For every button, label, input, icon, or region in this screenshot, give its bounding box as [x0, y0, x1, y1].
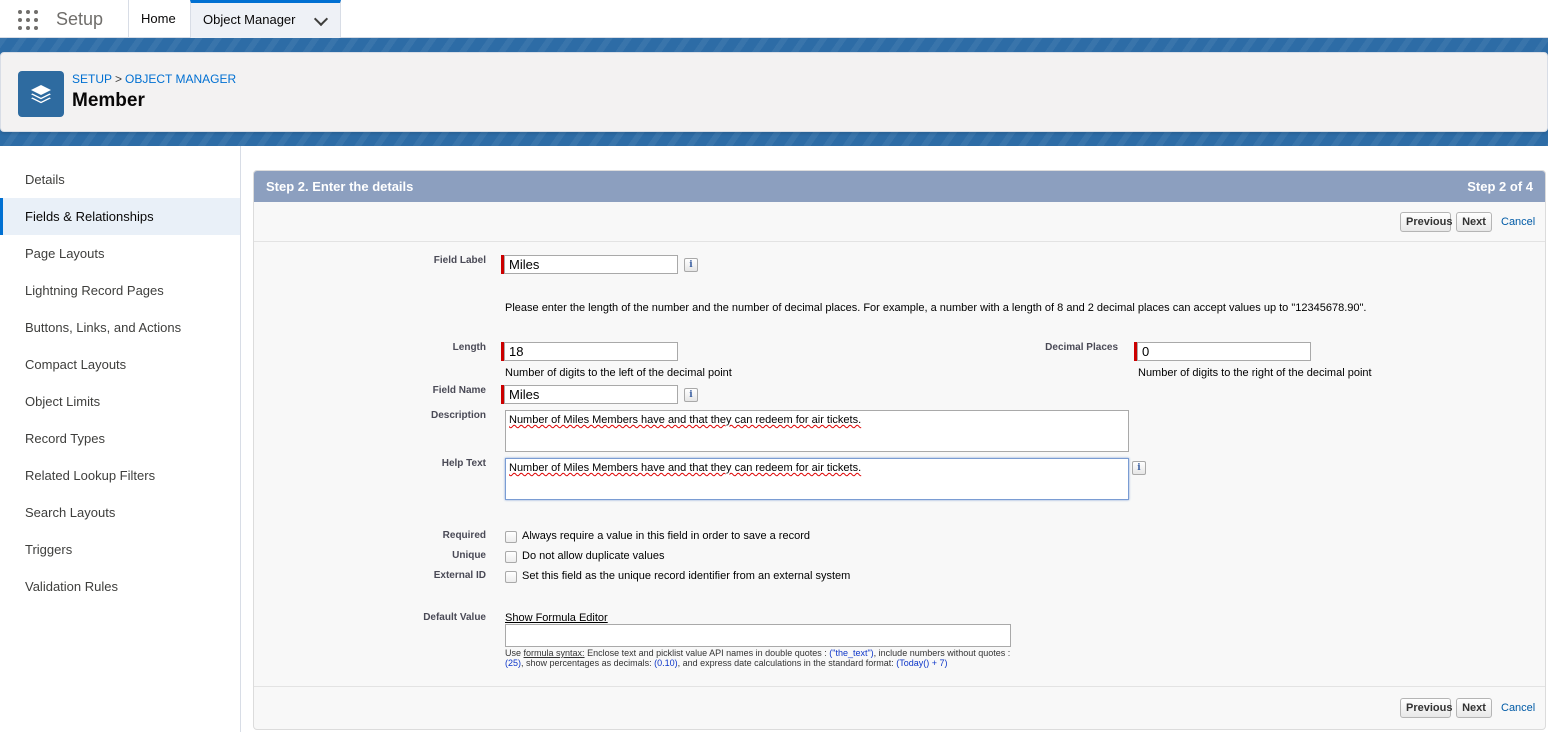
field-label-input[interactable] — [504, 255, 678, 274]
help-text-text: Number of Miles Members have and that th… — [509, 462, 862, 474]
description-label: Description — [430, 410, 486, 421]
page-title: Member — [72, 90, 145, 111]
unique-label: Unique — [452, 550, 486, 561]
tab-object-manager-label: Object Manager — [203, 12, 296, 27]
formula-example-text: ("the_text") — [829, 648, 874, 658]
formula-example-date: (Today() + 7) — [896, 658, 948, 668]
description-text: Number of Miles Members have and that th… — [509, 414, 862, 426]
default-value-textarea[interactable] — [505, 624, 1011, 647]
required-option-label: Always require a value in this field in … — [522, 530, 810, 542]
decimal-places-hint: Number of digits to the right of the dec… — [1138, 367, 1372, 379]
formula-help-part3: , show percentages as decimals: — [521, 658, 652, 668]
step-title: Step 2. Enter the details — [266, 179, 414, 194]
sidebar-item-details[interactable]: Details — [0, 161, 240, 198]
object-header: SETUP > OBJECT MANAGER Member — [0, 52, 1548, 132]
info-icon[interactable]: i — [1132, 461, 1146, 475]
top-button-bar: Previous Next Cancel — [254, 202, 1545, 242]
tab-object-manager[interactable]: Object Manager — [190, 0, 341, 38]
chevron-down-icon[interactable] — [313, 11, 329, 27]
breadcrumb-setup[interactable]: SETUP — [72, 72, 112, 86]
previous-button[interactable]: Previous — [1400, 212, 1452, 232]
wizard-panel: Step 2. Enter the details Step 2 of 4 Pr… — [253, 170, 1546, 730]
sidebar-item-search-layouts[interactable]: Search Layouts — [0, 494, 240, 531]
step-header: Step 2. Enter the details Step 2 of 4 — [254, 171, 1545, 202]
next-button[interactable]: Next — [1456, 698, 1492, 718]
help-text-label: Help Text — [441, 458, 486, 469]
stacked-layers-icon — [18, 71, 64, 117]
help-text-textarea[interactable]: Number of Miles Members have and that th… — [505, 458, 1129, 500]
required-checkbox[interactable] — [505, 531, 517, 543]
sidebar-item-record-types[interactable]: Record Types — [0, 420, 240, 457]
unique-option-label: Do not allow duplicate values — [522, 550, 665, 562]
required-label: Required — [442, 530, 486, 541]
sidebar-item-validation-rules[interactable]: Validation Rules — [0, 568, 240, 605]
sidebar-item-compact-layouts[interactable]: Compact Layouts — [0, 346, 240, 383]
formula-help-part1: Enclose text and picklist value API name… — [587, 648, 827, 658]
length-input[interactable] — [504, 342, 678, 361]
sidebar: Details Fields & Relationships Page Layo… — [0, 146, 241, 732]
step-counter: Step 2 of 4 — [1467, 179, 1533, 194]
formula-syntax-link[interactable]: formula syntax: — [524, 648, 585, 658]
sidebar-item-page-layouts[interactable]: Page Layouts — [0, 235, 240, 272]
formula-example-number: (25) — [505, 658, 522, 668]
sidebar-item-triggers[interactable]: Triggers — [0, 531, 240, 568]
external-id-option-label: Set this field as the unique record iden… — [522, 570, 851, 582]
formula-help-use: Use — [505, 648, 522, 658]
field-label-label: Field Label — [433, 255, 486, 266]
formula-help-part4: , and express date calculations in the s… — [677, 658, 894, 668]
description-textarea[interactable]: Number of Miles Members have and that th… — [505, 410, 1129, 452]
breadcrumb-object-manager[interactable]: OBJECT MANAGER — [125, 72, 236, 86]
app-name: Setup — [56, 9, 104, 29]
next-button[interactable]: Next — [1456, 212, 1492, 232]
sidebar-item-object-limits[interactable]: Object Limits — [0, 383, 240, 420]
external-id-label: External ID — [433, 570, 486, 581]
cancel-link[interactable]: Cancel — [1501, 216, 1535, 228]
sidebar-item-lightning-record-pages[interactable]: Lightning Record Pages — [0, 272, 240, 309]
app-launcher-icon[interactable] — [18, 10, 38, 30]
sidebar-item-related-lookup-filters[interactable]: Related Lookup Filters — [0, 457, 240, 494]
external-id-checkbox[interactable] — [505, 571, 517, 583]
field-name-label: Field Name — [432, 385, 486, 396]
decimal-places-input[interactable] — [1137, 342, 1311, 361]
global-header: Setup Home Object Manager — [0, 0, 1548, 38]
length-label: Length — [452, 342, 486, 353]
show-formula-editor-link[interactable]: Show Formula Editor — [505, 612, 608, 624]
breadcrumb: SETUP > OBJECT MANAGER — [72, 72, 236, 86]
unique-checkbox[interactable] — [505, 551, 517, 563]
bottom-button-bar: Previous Next Cancel — [254, 686, 1545, 726]
length-instructions: Please enter the length of the number an… — [505, 302, 1367, 314]
sidebar-item-buttons-links-actions[interactable]: Buttons, Links, and Actions — [0, 309, 240, 346]
field-name-input[interactable] — [504, 385, 678, 404]
cancel-link[interactable]: Cancel — [1501, 702, 1535, 714]
info-icon[interactable]: i — [684, 258, 698, 272]
previous-button[interactable]: Previous — [1400, 698, 1452, 718]
tab-home[interactable]: Home — [128, 0, 191, 38]
formula-example-percent: (0.10) — [654, 658, 678, 668]
default-value-label: Default Value — [423, 612, 486, 623]
formula-help-text: Use formula syntax: Enclose text and pic… — [505, 648, 1020, 668]
info-icon[interactable]: i — [684, 388, 698, 402]
length-hint: Number of digits to the left of the deci… — [505, 367, 732, 379]
sidebar-item-fields-relationships[interactable]: Fields & Relationships — [0, 198, 240, 235]
breadcrumb-separator: > — [115, 72, 123, 86]
decimal-places-label: Decimal Places — [1045, 342, 1118, 353]
formula-help-part2: , include numbers without quotes : — [873, 648, 1011, 658]
